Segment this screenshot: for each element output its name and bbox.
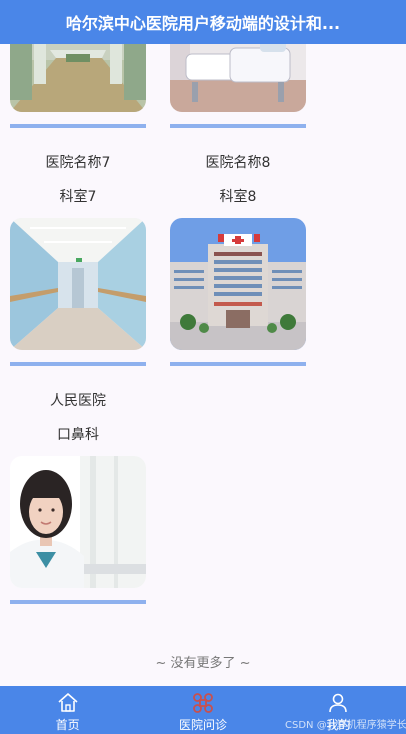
hospital-card-image[interactable]: [10, 218, 146, 350]
doctor-portrait-image: [10, 456, 146, 588]
department-name: 口鼻科: [57, 427, 99, 443]
tab-consult-label: 医院问诊: [178, 718, 227, 732]
hospital-building-image: [170, 218, 306, 350]
card-divider: [170, 362, 306, 366]
tab-consult[interactable]: 医院问诊: [135, 686, 270, 734]
department-name: 科室7: [59, 189, 97, 205]
tab-home[interactable]: 首页: [0, 686, 135, 734]
list-end-text: ~ 没有更多了 ~: [155, 656, 251, 671]
hospital-card-image[interactable]: [170, 218, 306, 350]
card-divider: [10, 124, 146, 128]
department-name: 科室8: [219, 189, 257, 205]
hospital-name: 人民医院: [50, 393, 106, 409]
user-icon: [329, 693, 348, 713]
hallway-image: [10, 218, 146, 350]
csdn-watermark: CSDN @计算机程序猿学长: [285, 720, 406, 731]
tab-home-label: 首页: [55, 718, 80, 732]
home-icon: [58, 693, 78, 712]
app-page: 哈尔滨中心医院用户移动端的设计和... 医院名称7 科室7 医院名称8 科室8 …: [0, 0, 406, 734]
card-divider: [10, 362, 146, 366]
consult-icon: [193, 693, 213, 713]
card-divider: [10, 600, 146, 604]
card-divider: [170, 124, 306, 128]
hospital-card-image[interactable]: [10, 456, 146, 588]
hospital-name: 医院名称7: [45, 155, 111, 171]
hospital-name: 医院名称8: [205, 155, 271, 171]
page-header: 哈尔滨中心医院用户移动端的设计和...: [0, 0, 406, 44]
page-title: 哈尔滨中心医院用户移动端的设计和...: [65, 14, 341, 33]
